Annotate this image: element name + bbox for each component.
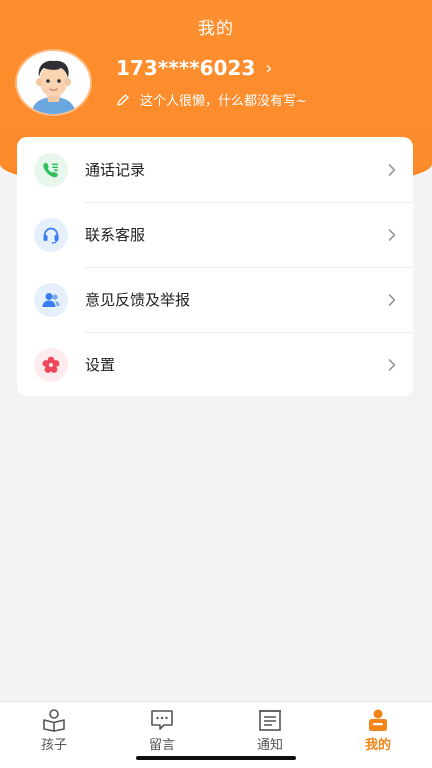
tab-me[interactable]: 我的 xyxy=(324,702,432,768)
menu-item-call-log[interactable]: 通话记录 xyxy=(17,137,413,202)
chevron-right-icon xyxy=(388,358,396,371)
menu-card: 通话记录 联系客服 意见反馈及举报 设置 xyxy=(17,137,413,396)
tab-label: 我的 xyxy=(364,738,391,753)
chevron-right-icon xyxy=(388,293,396,306)
menu-item-settings[interactable]: 设置 xyxy=(17,332,413,396)
chevron-right-icon xyxy=(388,228,396,241)
page-title: 我的 xyxy=(198,19,234,39)
tab-label: 孩子 xyxy=(40,738,67,753)
home-indicator[interactable] xyxy=(136,756,296,760)
profile-phone[interactable]: 173****6023 › xyxy=(116,56,272,80)
me-icon xyxy=(369,709,387,731)
message-icon xyxy=(151,710,173,730)
tab-label: 留言 xyxy=(148,738,175,753)
tab-label: 通知 xyxy=(256,738,283,753)
profile-bio-text: 这个人很懒，什么都没有写~ xyxy=(140,94,307,109)
menu-item-label: 设置 xyxy=(85,356,116,374)
menu-item-label: 意见反馈及举报 xyxy=(85,291,191,309)
phone-log-icon xyxy=(34,152,68,187)
menu-item-customer-service[interactable]: 联系客服 xyxy=(17,202,413,267)
profile-bio[interactable]: 这个人很懒，什么都没有写~ xyxy=(116,90,307,109)
child-book-icon xyxy=(43,709,65,732)
tab-children[interactable]: 孩子 xyxy=(0,702,108,768)
notice-icon xyxy=(259,710,281,731)
profile-phone-number: 173****6023 xyxy=(116,56,256,80)
menu-item-label: 通话记录 xyxy=(85,161,146,179)
chevron-right-icon: › xyxy=(265,57,273,79)
menu-item-feedback[interactable]: 意见反馈及举报 xyxy=(17,267,413,332)
menu-item-label: 联系客服 xyxy=(85,226,146,244)
headset-icon xyxy=(34,217,68,252)
chevron-right-icon xyxy=(388,163,396,176)
avatar-illustration-icon xyxy=(17,51,90,114)
feedback-icon xyxy=(34,282,68,317)
pencil-icon xyxy=(117,93,129,106)
settings-flower-icon xyxy=(34,347,68,382)
avatar[interactable] xyxy=(17,51,90,114)
